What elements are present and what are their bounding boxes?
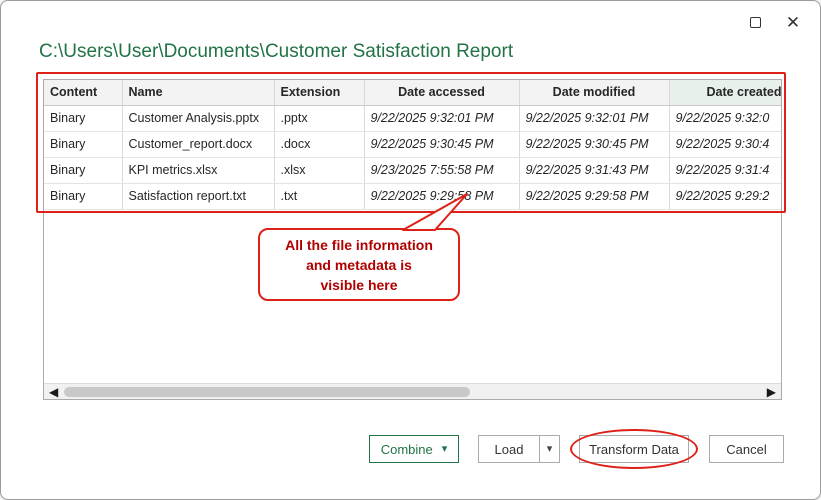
table-cell: 9/22/2025 9:31:43 PM (519, 157, 670, 184)
transform-data-button[interactable]: Transform Data (579, 435, 689, 463)
table-cell: .txt (274, 183, 365, 210)
column-header-date-accessed[interactable]: Date accessed (364, 80, 520, 106)
combine-button-label: Combine (380, 441, 433, 457)
table-row[interactable]: Binary Customer Analysis.pptx .pptx 9/22/20… (44, 105, 781, 132)
callout-text-line: All the file information (285, 237, 433, 253)
table-cell: 9/22/2025 9:32:0 (669, 105, 781, 132)
table-cell: .xlsx (274, 157, 365, 184)
load-dropdown-icon: ▾ (546, 442, 553, 455)
file-table-head-row: Content Name Extension Date accessed Date mo… (44, 80, 781, 106)
callout-text-line: visible here (320, 277, 398, 293)
close-button[interactable]: ✕ (778, 7, 808, 37)
table-row[interactable]: Binary Satisfaction report.txt .txt 9/22/20… (44, 183, 781, 210)
horizontal-scrollbar[interactable]: ◀ ▶ (44, 383, 781, 399)
table-cell: .docx (274, 131, 365, 158)
cancel-button[interactable]: Cancel (709, 435, 784, 463)
table-cell: 9/22/2025 9:30:4 (669, 131, 781, 158)
combine-dropdown-icon: ▾ (441, 442, 448, 455)
table-cell: Binary (44, 183, 123, 210)
load-split-button: Load ▾ (478, 435, 560, 463)
table-cell: 9/22/2025 9:29:58 PM (364, 183, 520, 210)
table-cell: 9/22/2025 9:29:58 PM (519, 183, 670, 210)
file-table-body: Binary Customer Analysis.pptx .pptx 9/22/20… (44, 105, 781, 210)
column-header-name[interactable]: Name (122, 80, 275, 106)
table-cell: 9/22/2025 9:32:01 PM (364, 105, 520, 132)
transform-data-button-label: Transform Data (589, 441, 679, 457)
folder-path-title: C:\Users\User\Documents\Customer Satisfa… (39, 41, 514, 62)
table-cell: 9/22/2025 9:30:45 PM (364, 131, 520, 158)
callout-text-line: and metadata is (306, 257, 412, 273)
cancel-button-label: Cancel (726, 441, 767, 457)
maximize-button[interactable] (740, 7, 770, 37)
load-dropdown-button[interactable]: ▾ (539, 435, 560, 463)
close-icon: ✕ (785, 12, 801, 32)
load-button[interactable]: Load (478, 435, 539, 463)
file-table: Content Name Extension Date accessed Date mo… (44, 80, 781, 210)
table-cell: 9/22/2025 9:29:2 (669, 183, 781, 210)
table-cell: Binary (44, 131, 123, 158)
scrollbar-thumb[interactable] (64, 387, 470, 397)
table-cell: 9/22/2025 9:30:45 PM (519, 131, 670, 158)
table-cell: .pptx (274, 105, 365, 132)
column-header-extension[interactable]: Extension (274, 80, 365, 106)
table-row[interactable]: Binary KPI metrics.xlsx .xlsx 9/23/2025 7:5… (44, 157, 781, 184)
annotation-callout: All the file information and metadata is… (258, 228, 460, 301)
table-cell: KPI metrics.xlsx (122, 157, 275, 184)
table-cell: Satisfaction report.txt (122, 183, 275, 210)
column-header-date-modified[interactable]: Date modified (519, 80, 670, 106)
table-cell: Binary (44, 157, 123, 184)
column-header-date-created[interactable]: Date created (669, 80, 781, 106)
table-cell: Customer Analysis.pptx (122, 105, 275, 132)
table-cell: Binary (44, 105, 123, 132)
table-row[interactable]: Binary Customer_report.docx .docx 9/22/2025… (44, 131, 781, 158)
scroll-right-icon[interactable]: ▶ (767, 384, 776, 399)
combine-button[interactable]: Combine ▾ (369, 435, 459, 463)
maximize-icon (749, 16, 761, 28)
load-button-label: Load (494, 441, 524, 457)
table-cell: 9/22/2025 9:32:01 PM (519, 105, 670, 132)
scroll-left-icon[interactable]: ◀ (49, 384, 58, 399)
table-cell: 9/23/2025 7:55:58 PM (364, 157, 520, 184)
column-header-content[interactable]: Content (44, 80, 123, 106)
table-cell: 9/22/2025 9:31:4 (669, 157, 781, 184)
power-query-folder-dialog: ✕ C:\Users\User\Documents\Customer Satis… (0, 0, 821, 500)
table-cell: Customer_report.docx (122, 131, 275, 158)
